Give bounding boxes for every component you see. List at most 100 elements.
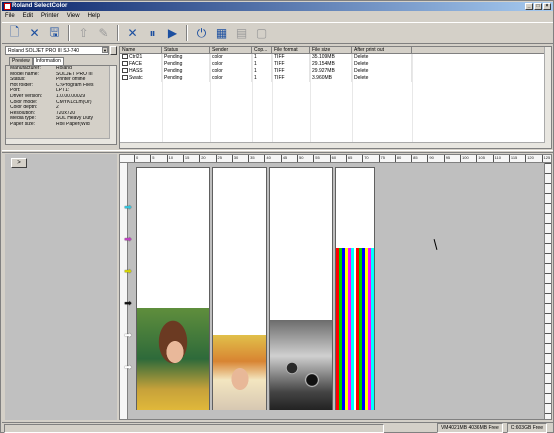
ruler-tick bbox=[545, 313, 551, 314]
job-name: FACE bbox=[129, 61, 143, 67]
arrow-magenta-icon[interactable]: ➡ bbox=[123, 235, 133, 244]
ruler-tick bbox=[545, 283, 551, 284]
ruler-tick bbox=[545, 343, 551, 344]
column-header-copies[interactable]: Cop... bbox=[252, 47, 272, 53]
minimize-button[interactable]: _ bbox=[525, 3, 533, 10]
column-header-name[interactable]: Name bbox=[120, 47, 162, 53]
ruler-tick: 90 bbox=[427, 155, 434, 162]
ruler-tick bbox=[545, 243, 551, 244]
new-icon[interactable]: 🗋 bbox=[6, 25, 23, 42]
job-icon bbox=[122, 68, 128, 74]
table-cell-copies: 1 bbox=[252, 61, 272, 68]
print-layout-view[interactable]: 0 5 10 15 20 25 30 35 40 45 50 55 60 65 70 75 80 85 90 95 10… bbox=[119, 154, 552, 420]
table-row[interactable]: Ctrl21 Pending color 1 TIFF 35.109MB Delete bbox=[120, 54, 551, 61]
job-list-horizontal-scrollbar[interactable] bbox=[120, 142, 545, 148]
preview-expand-button[interactable]: > bbox=[11, 158, 27, 168]
layout-icon[interactable]: ▦ bbox=[213, 25, 230, 42]
column-divider bbox=[162, 54, 163, 148]
ruler-tick: 125 bbox=[541, 155, 551, 162]
ruler-tick: 70 bbox=[362, 155, 369, 162]
page-icon[interactable]: ▢ bbox=[253, 25, 270, 42]
table-cell-after: Delete bbox=[352, 61, 412, 68]
cancel-icon[interactable]: ✕ bbox=[124, 25, 141, 42]
media-strip-hass[interactable] bbox=[269, 167, 333, 410]
ruler-tick: 30 bbox=[231, 155, 239, 162]
tab-preview[interactable]: Preview bbox=[9, 57, 33, 65]
ruler-tick: 40 bbox=[264, 155, 271, 162]
table-row[interactable]: Swatc Pending color 1 TIFF 3.960MB Delete bbox=[120, 75, 551, 82]
info-horizontal-scrollbar[interactable] bbox=[6, 138, 110, 144]
job-list-vertical-scrollbar[interactable] bbox=[544, 47, 551, 148]
ruler-tick: 100 bbox=[460, 155, 469, 162]
play-icon[interactable]: ▶ bbox=[164, 25, 181, 42]
info-vertical-scrollbar[interactable] bbox=[109, 66, 116, 144]
menu-help[interactable]: Help bbox=[88, 12, 100, 21]
job-rows: Ctrl21 Pending color 1 TIFF 35.109MB Delete FAC… bbox=[120, 54, 551, 82]
grid-icon[interactable]: ▤ bbox=[233, 25, 250, 42]
table-row[interactable]: HASS Pending color 1 TIFF 29.927MB Delete bbox=[120, 68, 551, 75]
column-divider bbox=[412, 54, 413, 148]
media-strip-swatch[interactable] bbox=[335, 167, 375, 410]
maximize-button[interactable]: □ bbox=[534, 3, 542, 10]
table-cell-size: 29.927MB bbox=[310, 68, 352, 75]
move-up-icon[interactable]: ⇧ bbox=[75, 25, 92, 42]
media-strip-face[interactable] bbox=[212, 167, 267, 410]
pane-splitter[interactable] bbox=[2, 150, 553, 153]
column-header-after-print[interactable]: After print out bbox=[352, 47, 412, 53]
table-row[interactable]: FACE Pending color 1 TIFF 29.154MB Delete bbox=[120, 61, 551, 68]
ruler-tick: 50 bbox=[297, 155, 304, 162]
column-header-status[interactable]: Status bbox=[162, 47, 210, 53]
menu-edit[interactable]: Edit bbox=[23, 12, 33, 21]
stop-icon[interactable]: ⏻ bbox=[193, 25, 210, 42]
column-divider bbox=[210, 54, 211, 148]
close-button[interactable]: × bbox=[543, 3, 551, 10]
column-header-file-format[interactable]: File format bbox=[272, 47, 310, 53]
tab-information[interactable]: Information bbox=[32, 57, 64, 65]
printer-properties-button[interactable] bbox=[110, 46, 117, 55]
edit-icon[interactable]: ✎ bbox=[95, 25, 112, 42]
ruler-tick: 115 bbox=[508, 155, 518, 162]
menu-printer[interactable]: Printer bbox=[41, 12, 59, 21]
arrow-yellow-icon[interactable]: ➡ bbox=[123, 267, 133, 276]
arrow-white-icon[interactable]: ➡ bbox=[123, 363, 133, 372]
ruler-tick bbox=[545, 233, 551, 234]
column-header-sender[interactable]: Sender bbox=[210, 47, 252, 53]
ruler-tick bbox=[545, 353, 551, 354]
toolbar-separator bbox=[186, 25, 188, 41]
ruler-tick: 75 bbox=[378, 155, 385, 162]
status-bar: VM4021MB 4036MB Free C:603GB Free bbox=[2, 422, 553, 433]
ruler-tick: 85 bbox=[411, 155, 418, 162]
ruler-tick: 10 bbox=[166, 155, 174, 162]
ruler-tick: 0 bbox=[134, 155, 139, 162]
arrow-white-icon[interactable]: ➡ bbox=[123, 331, 133, 340]
ruler-tick bbox=[545, 413, 551, 414]
table-cell-format: TIFF bbox=[272, 75, 310, 82]
table-cell-name: HASS bbox=[120, 68, 162, 75]
menu-file[interactable]: File bbox=[5, 12, 15, 21]
ruler-tick bbox=[545, 193, 551, 194]
pause-icon[interactable]: ⏸ bbox=[144, 25, 161, 42]
printer-select[interactable]: Roland SOLJET PRO III SJ-740 bbox=[5, 46, 109, 55]
portrait-photo-2 bbox=[213, 335, 266, 410]
arrow-cyan-icon[interactable]: ➡ bbox=[123, 203, 133, 212]
column-header-file-size[interactable]: File size bbox=[310, 47, 352, 53]
ruler-tick bbox=[545, 183, 551, 184]
menu-bar: File Edit Printer View Help bbox=[2, 12, 553, 21]
media-strip-ctrl21[interactable] bbox=[136, 167, 210, 410]
table-cell-format: TIFF bbox=[272, 68, 310, 75]
panel-tabs: Preview Information bbox=[9, 57, 64, 65]
job-name: Swatc bbox=[129, 75, 143, 81]
column-divider bbox=[272, 54, 273, 148]
ruler-tick bbox=[545, 383, 551, 384]
arrow-black-icon[interactable]: ➡ bbox=[123, 299, 133, 308]
menu-view[interactable]: View bbox=[67, 12, 80, 21]
vertical-ruler-right bbox=[544, 163, 551, 419]
table-cell-status: Pending bbox=[162, 75, 210, 82]
toolbar-separator bbox=[68, 25, 70, 41]
column-divider bbox=[310, 54, 311, 148]
delete-icon[interactable]: ✕ bbox=[26, 25, 43, 42]
save-icon[interactable]: 🖫 bbox=[46, 25, 63, 42]
main-window: Roland SelectColor _ □ × File Edit Print… bbox=[0, 0, 554, 433]
chevron-down-icon[interactable]: ▼ bbox=[102, 47, 108, 53]
color-swatch-chart bbox=[336, 248, 374, 410]
